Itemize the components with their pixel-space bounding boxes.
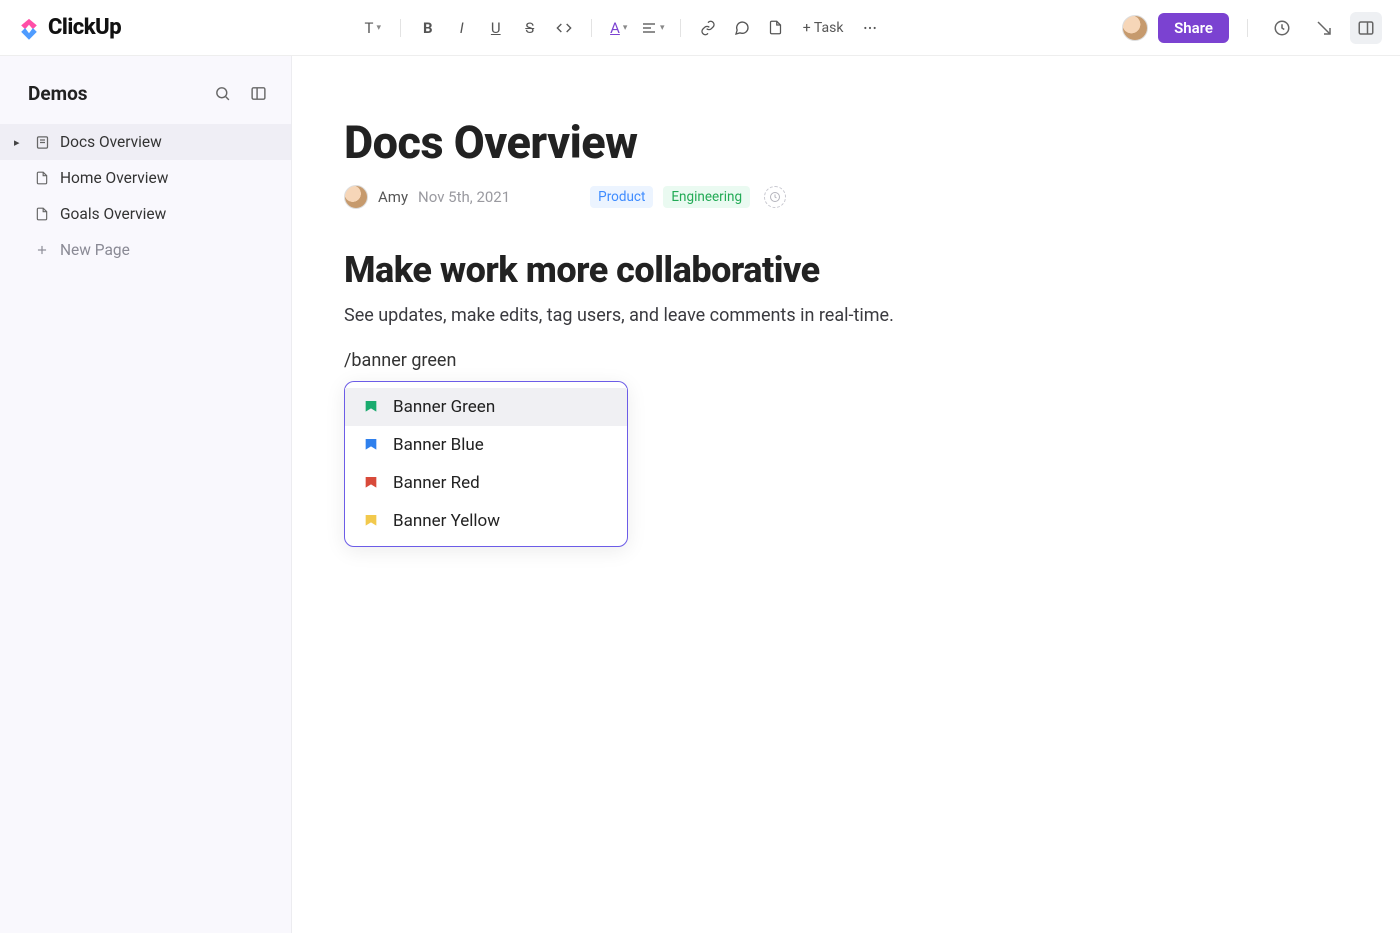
text-style-button[interactable]: T▾: [358, 13, 388, 43]
toolbar-separator: [680, 19, 681, 37]
banner-red-icon: [363, 475, 379, 491]
add-tag-button[interactable]: [764, 186, 786, 208]
sidebar-item-home-overview[interactable]: ▸ Home Overview: [0, 160, 291, 196]
panel-toggle-button[interactable]: [1350, 12, 1382, 44]
bold-button[interactable]: B: [413, 13, 443, 43]
banner-green-icon: [363, 399, 379, 415]
underline-button[interactable]: U: [481, 13, 511, 43]
toolbar-separator: [591, 19, 592, 37]
text-color-button[interactable]: A▾: [604, 13, 634, 43]
doc-icon: [34, 134, 50, 150]
clickup-logo-icon: [16, 15, 42, 41]
sidebar-item-label: Goals Overview: [60, 205, 166, 223]
sidebar-item-label: New Page: [60, 241, 130, 259]
toolbar-separator: [1247, 19, 1248, 37]
slash-item-banner-green[interactable]: Banner Green: [345, 388, 627, 426]
slash-item-banner-blue[interactable]: Banner Blue: [345, 426, 627, 464]
section-heading[interactable]: Make work more collaborative: [344, 249, 1244, 291]
history-button[interactable]: [1266, 12, 1298, 44]
topbar: ClickUp T▾ B I U S A▾ ▾ + Task: [0, 0, 1400, 56]
banner-blue-icon: [363, 437, 379, 453]
section-paragraph[interactable]: See updates, make edits, tag users, and …: [344, 305, 1244, 326]
toolbar-separator: [400, 19, 401, 37]
banner-yellow-icon: [363, 513, 379, 529]
doc-meta: Amy Nov 5th, 2021 Product Engineering: [344, 185, 1244, 209]
sidebar-header: Demos: [0, 80, 291, 124]
slash-command-input[interactable]: /banner green: [344, 350, 1244, 371]
main-content: Docs Overview Amy Nov 5th, 2021 Product …: [292, 56, 1400, 933]
sidebar-item-docs-overview[interactable]: ▸ Docs Overview: [0, 124, 291, 160]
strikethrough-button[interactable]: S: [515, 13, 545, 43]
collapse-sidebar-icon[interactable]: [245, 80, 271, 106]
slash-item-banner-yellow[interactable]: Banner Yellow: [345, 502, 627, 540]
sidebar-new-page[interactable]: ▸ New Page: [0, 232, 291, 268]
add-task-button[interactable]: + Task: [795, 13, 852, 43]
download-button[interactable]: [1308, 12, 1340, 44]
brand-name: ClickUp: [48, 15, 121, 40]
slash-menu: Banner Green Banner Blue Banner Red Bann…: [344, 381, 628, 547]
slash-item-label: Banner Green: [393, 397, 495, 417]
right-tools: Share: [1122, 12, 1382, 44]
code-button[interactable]: [549, 13, 579, 43]
author-avatar[interactable]: [344, 185, 368, 209]
slash-item-label: Banner Yellow: [393, 511, 500, 531]
format-toolbar: T▾ B I U S A▾ ▾ + Task: [121, 13, 1122, 43]
doc-title[interactable]: Docs Overview: [344, 116, 1244, 169]
page-button[interactable]: [761, 13, 791, 43]
more-button[interactable]: [855, 13, 885, 43]
tag-product[interactable]: Product: [590, 186, 653, 208]
sidebar: Demos ▸ Docs Overview ▸ Home Overview: [0, 56, 292, 933]
doc-date: Nov 5th, 2021: [418, 188, 510, 206]
sidebar-item-goals-overview[interactable]: ▸ Goals Overview: [0, 196, 291, 232]
slash-item-label: Banner Blue: [393, 435, 484, 455]
author-name: Amy: [378, 188, 408, 206]
plus-icon: [34, 242, 50, 258]
doc-icon: [34, 206, 50, 222]
tag-engineering[interactable]: Engineering: [663, 186, 750, 208]
share-button[interactable]: Share: [1158, 13, 1229, 43]
slash-item-label: Banner Red: [393, 473, 480, 493]
italic-button[interactable]: I: [447, 13, 477, 43]
search-icon[interactable]: [209, 80, 235, 106]
sidebar-item-label: Home Overview: [60, 169, 168, 187]
link-button[interactable]: [693, 13, 723, 43]
doc-icon: [34, 170, 50, 186]
brand-logo[interactable]: ClickUp: [16, 15, 121, 41]
chevron-right-icon: ▸: [14, 136, 24, 149]
sidebar-item-label: Docs Overview: [60, 133, 162, 151]
user-avatar[interactable]: [1122, 15, 1148, 41]
comment-button[interactable]: [727, 13, 757, 43]
slash-item-banner-red[interactable]: Banner Red: [345, 464, 627, 502]
align-button[interactable]: ▾: [638, 13, 668, 43]
sidebar-title: Demos: [28, 82, 88, 105]
